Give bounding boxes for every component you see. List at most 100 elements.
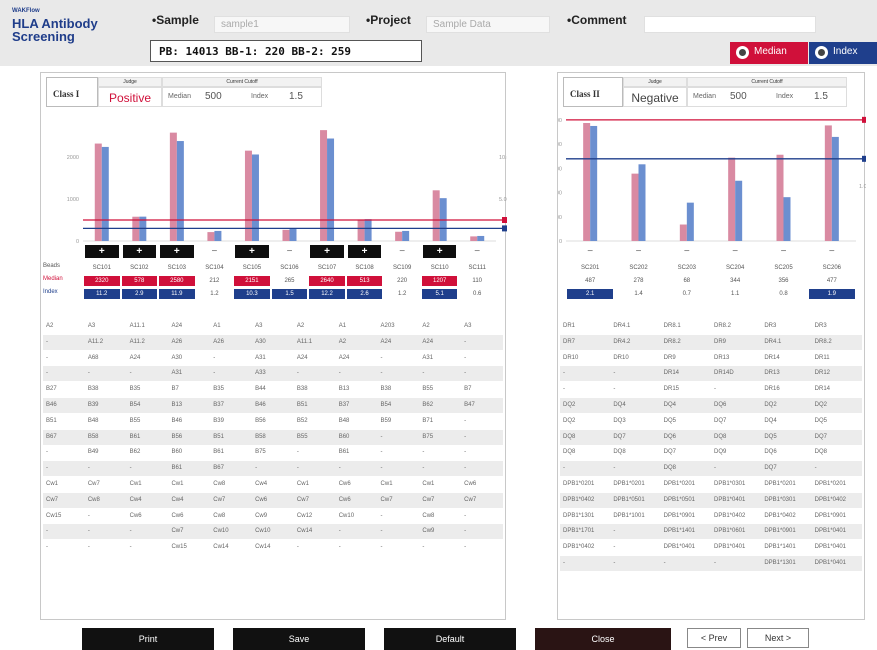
index-value-cell: 0.8	[779, 291, 788, 297]
antigen-cell: -	[255, 465, 258, 472]
print-button[interactable]: Print	[82, 628, 214, 650]
antigen-cell: DQ8	[563, 449, 576, 456]
median-bar	[244, 150, 252, 241]
antigen-cell: DPB1*0401	[814, 560, 847, 566]
index-cutoff-value[interactable]: 1.5	[814, 91, 828, 102]
bead-id-cell: SC205	[774, 265, 793, 271]
class2-cutoff: Median 500 Index 1.5	[687, 87, 847, 107]
antigen-cell: DQ7	[714, 417, 727, 424]
antigen-cell: DR8.2	[814, 338, 832, 345]
bead-count-box: PB: 14013 BB-1: 220 BB-2: 259	[150, 40, 422, 62]
class2-name: Class II	[563, 77, 623, 107]
bead-id-cell: SC104	[205, 265, 224, 271]
antigen-cell: B49	[87, 449, 99, 456]
antigen-cell: B60	[171, 449, 183, 456]
default-button[interactable]: Default	[384, 628, 516, 650]
antigen-cell: A3	[255, 323, 263, 329]
antigen-cell: -	[380, 465, 383, 472]
median-bar	[631, 173, 639, 241]
antigen-cell: Cw10	[255, 528, 271, 535]
table-row: Cw7 Cw8 Cw4 Cw4 Cw7 Cw6 Cw7 Cw6 Cw7 Cw7 Cw7	[43, 492, 503, 508]
antigen-cell: B51	[213, 433, 224, 440]
antigen-cell: DPB1*0901	[764, 528, 796, 535]
index-cutoff-marker	[502, 225, 509, 232]
table-row: - - DR15 - DR16 DR14	[560, 382, 862, 397]
antigen-cell: DQ8	[814, 449, 827, 456]
table-row: DR7 DR4.2 DR8.2 DR9 DR4.1 DR8.2	[560, 334, 862, 350]
antigen-cell: DPB1*1401	[764, 544, 796, 551]
antigen-cell: B67	[213, 465, 224, 472]
antigen-cell: -	[46, 338, 48, 345]
antigen-cell: B61	[213, 449, 224, 456]
class1-judge: Positive	[98, 87, 162, 107]
antigen-cell: B54	[380, 402, 392, 408]
judge-minus-cell: −	[683, 246, 690, 257]
antigen-cell: B35	[213, 386, 224, 393]
next-button[interactable]: Next >	[747, 628, 809, 648]
antigen-cell: DQ9	[714, 449, 727, 456]
index-value-cell: 0.6	[473, 291, 482, 297]
index-value-cell: 1.1	[730, 291, 740, 297]
antigen-cell: B62	[129, 449, 141, 456]
antigen-cell: Cw15	[171, 544, 187, 551]
index-cutoff-value[interactable]: 1.5	[289, 91, 303, 102]
antigen-cell: DQ8	[613, 449, 626, 456]
index-toggle[interactable]: Index	[809, 42, 877, 64]
antigen-cell: DQ2	[563, 402, 576, 408]
antigen-cell: Cw10	[338, 512, 355, 519]
index-value-cell: 5.1	[421, 289, 458, 299]
index-value-cell: 11.2	[84, 289, 120, 299]
antigen-cell: Cw9	[422, 528, 435, 535]
close-button[interactable]: Close	[535, 628, 671, 650]
table-row: DPB1*1701 - DPB1*1401 DPB1*0601 DPB1*0901 DPB…	[560, 524, 862, 540]
antigen-cell: -	[464, 370, 467, 377]
antigen-cell: B75	[422, 433, 434, 440]
antigen-cell: -	[464, 465, 467, 472]
table-row: - - - - DPB1*1301 DPB1*0401	[560, 556, 862, 571]
antigen-cell: DPB1*0301	[714, 481, 746, 487]
index-cutoff-label: Index	[776, 93, 794, 100]
antigen-cell: A31	[171, 370, 183, 377]
antigen-cell: Cw8	[87, 496, 100, 503]
antigen-cell: -	[464, 354, 467, 361]
median-cutoff-value[interactable]: 500	[730, 91, 747, 102]
median-bar	[432, 190, 440, 241]
antigen-cell: -	[87, 512, 90, 519]
antigen-cell: -	[563, 370, 565, 377]
judge-plus-cell: +	[85, 245, 119, 258]
antigen-cell: DR8.2	[663, 338, 681, 345]
antigen-cell: DQ4	[764, 417, 777, 424]
project-input[interactable]: Sample Data	[426, 16, 550, 33]
antigen-cell: -	[422, 449, 425, 456]
median-cutoff-value[interactable]: 500	[205, 91, 222, 102]
antigen-cell: Cw8	[422, 512, 435, 519]
comment-input[interactable]	[644, 16, 816, 33]
median-cutoff-marker	[862, 116, 869, 123]
median-bar	[776, 154, 784, 241]
judge-minus-cell: −	[635, 246, 642, 257]
antigen-cell: -	[338, 370, 341, 377]
median-toggle[interactable]: Median	[730, 42, 808, 64]
prev-button[interactable]: < Prev	[687, 628, 741, 648]
bead-id-cell: SC111	[468, 265, 486, 271]
antigen-cell: B62	[422, 402, 434, 408]
table-row: - - - Cw15 Cw14 Cw14 - - - - -	[43, 540, 503, 555]
antigen-cell: B56	[171, 433, 183, 440]
save-button[interactable]: Save	[233, 628, 365, 650]
index-value-cell: 2.1	[567, 289, 614, 299]
median-cutoff-label: Median	[168, 93, 191, 100]
table-row: DQ8 DQ8 DQ7 DQ9 DQ6 DQ8	[560, 445, 862, 460]
antigen-cell: B58	[87, 433, 99, 440]
y-tick-label: 0	[76, 239, 79, 245]
index-bar	[477, 235, 485, 241]
antigen-cell: B39	[213, 417, 224, 424]
antigen-cell: DQ7	[613, 433, 626, 440]
antigen-cell: DPB1*0201	[663, 481, 696, 487]
index-row-label: Index	[43, 289, 58, 295]
antigen-cell: -	[613, 465, 616, 472]
sample-input[interactable]: sample1	[214, 16, 350, 33]
sample-label: •Sample	[152, 13, 199, 27]
median-bar	[679, 224, 687, 241]
antigen-cell: DQ5	[663, 417, 676, 424]
judge-minus-cell: −	[732, 246, 739, 257]
